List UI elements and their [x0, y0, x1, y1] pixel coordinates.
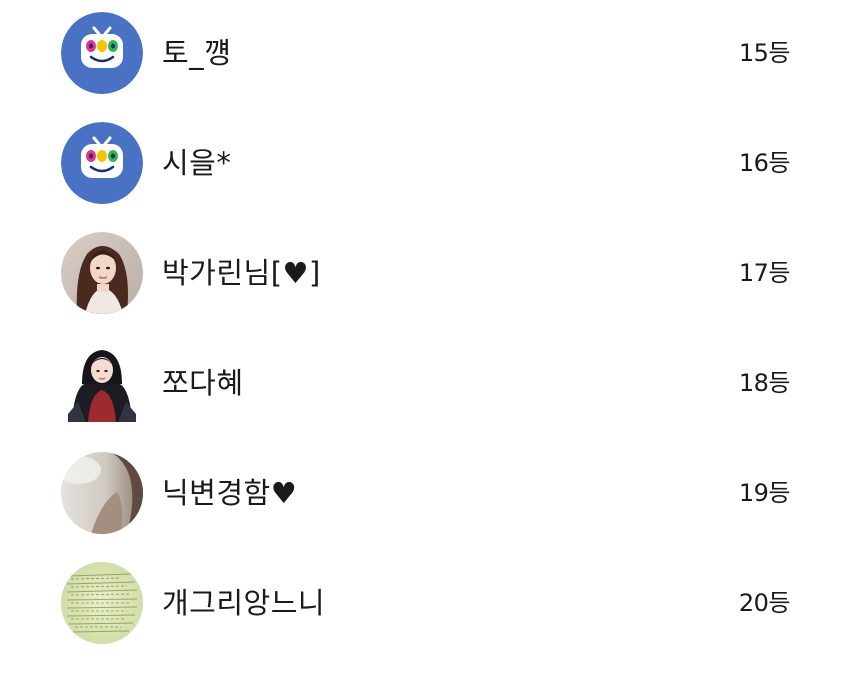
profile-photo-avatar[interactable] — [61, 562, 143, 644]
nickname[interactable]: 쪼다혜 — [162, 364, 244, 402]
profile-photo-avatar[interactable] — [68, 344, 136, 422]
rank-label: 17등 — [738, 259, 791, 287]
ranking-row[interactable]: 박가린님[♥] 17등 — [0, 218, 850, 328]
rank-label: 20등 — [738, 589, 791, 617]
rank-label: 16등 — [738, 149, 791, 177]
tv-mascot-icon[interactable] — [61, 122, 143, 204]
rank-label: 15등 — [738, 39, 791, 67]
rank-label: 19등 — [738, 479, 791, 507]
nickname[interactable]: 토_꺵 — [162, 34, 231, 72]
ranking-row[interactable]: 쪼다혜 18등 — [0, 328, 850, 438]
nickname[interactable]: 닉변경함♥ — [162, 474, 297, 512]
ranking-row[interactable]: 닉변경함♥ 19등 — [0, 438, 850, 548]
profile-photo-avatar[interactable] — [61, 232, 143, 314]
ranking-row[interactable]: 토_꺵 15등 — [0, 0, 850, 108]
profile-photo-avatar[interactable] — [61, 452, 143, 534]
rank-label: 18등 — [738, 369, 791, 397]
ranking-row[interactable]: 개그리앙느니 20등 — [0, 548, 850, 658]
ranking-list: 토_꺵 15등 시을* 16등 박가린님[♥] 17등 쪼다혜 18등 닉변경함… — [0, 0, 850, 696]
nickname[interactable]: 박가린님[♥] — [162, 254, 321, 292]
nickname[interactable]: 시을* — [162, 144, 231, 182]
tv-mascot-icon[interactable] — [61, 12, 143, 94]
nickname[interactable]: 개그리앙느니 — [162, 584, 325, 622]
ranking-row[interactable]: 시을* 16등 — [0, 108, 850, 218]
